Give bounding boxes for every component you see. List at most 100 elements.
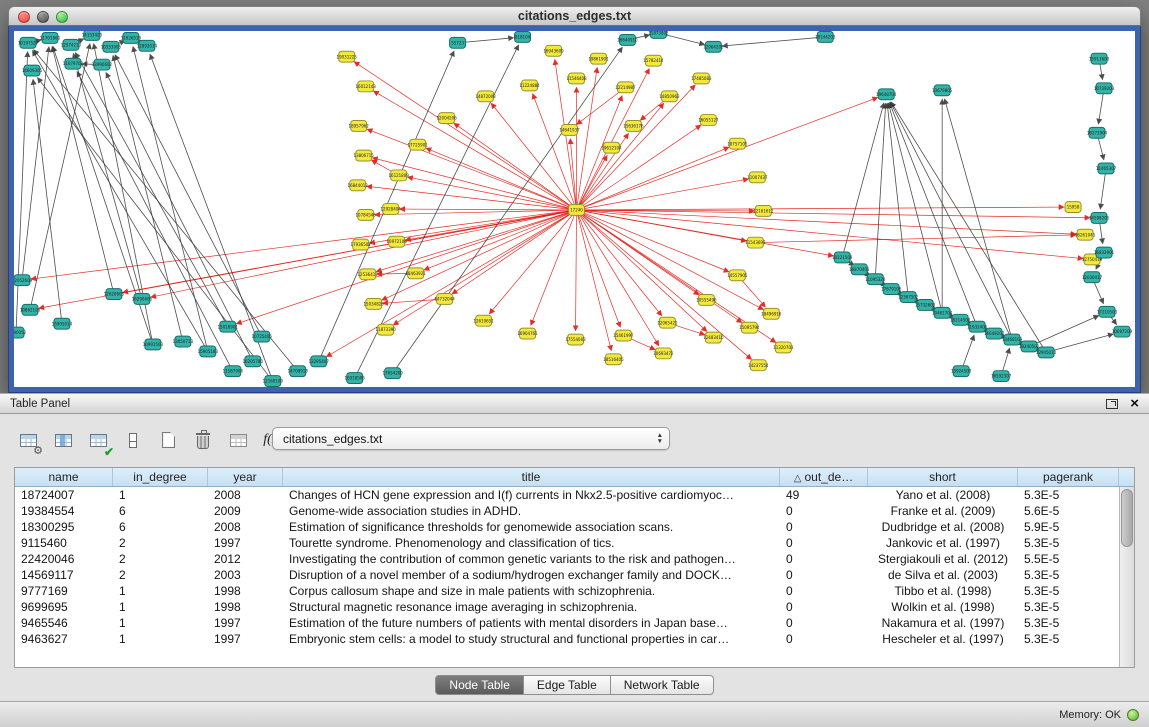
graph-node[interactable]: 14850963 bbox=[659, 91, 680, 102]
graph-node[interactable]: 16592307 bbox=[991, 371, 1012, 382]
table-row[interactable]: 2242004622012Investigating the contribut… bbox=[15, 551, 1119, 567]
memory-status-icon[interactable] bbox=[1127, 709, 1139, 721]
graph-edge[interactable] bbox=[576, 210, 577, 331]
graph-node[interactable]: 17210503 bbox=[1097, 306, 1118, 317]
table-row[interactable]: 1872400712008Changes of HCN gene express… bbox=[15, 487, 1119, 503]
graph-node[interactable]: 15905183 bbox=[198, 346, 219, 357]
graph-edge[interactable] bbox=[722, 37, 825, 46]
graph-node[interactable]: 16055127 bbox=[698, 115, 719, 126]
graph-node[interactable]: 10991503 bbox=[143, 339, 164, 350]
graph-node[interactable]: 11465307 bbox=[1096, 163, 1117, 174]
graph-node[interactable]: 11701860 bbox=[40, 32, 61, 43]
graph-node[interactable]: 10725406 bbox=[252, 331, 273, 342]
graph-edge[interactable] bbox=[123, 210, 577, 292]
close-panel-icon[interactable]: × bbox=[1130, 397, 1139, 411]
graph-edge[interactable] bbox=[1100, 168, 1106, 209]
graph-node[interactable]: 16904761 bbox=[517, 328, 538, 339]
graph-node[interactable]: 11224884 bbox=[519, 80, 540, 91]
column-header-title[interactable]: title bbox=[283, 468, 780, 486]
graph-edge[interactable] bbox=[454, 123, 577, 210]
graph-edge[interactable] bbox=[37, 78, 272, 381]
graph-node[interactable]: 10862108 bbox=[20, 304, 41, 315]
table-row[interactable]: 946362711997Embryonic stem cells: a mode… bbox=[15, 631, 1119, 647]
graph-node[interactable]: 18957962 bbox=[349, 120, 370, 131]
table-mode-button[interactable]: ⚙ bbox=[16, 427, 40, 453]
graph-node[interactable]: 15461997 bbox=[613, 330, 634, 341]
graph-node[interactable]: 16012143 bbox=[356, 81, 377, 92]
graph-node[interactable]: 14872008 bbox=[475, 91, 496, 102]
graph-edge[interactable] bbox=[236, 210, 576, 324]
graph-node[interactable]: 13679805 bbox=[932, 85, 953, 96]
graph-edge[interactable] bbox=[426, 148, 577, 210]
graph-node[interactable]: 16832901 bbox=[1094, 247, 1115, 258]
graph-node[interactable]: 15958 bbox=[1065, 202, 1081, 213]
graph-edge[interactable] bbox=[890, 102, 1012, 339]
graph-node[interactable]: 18144203 bbox=[815, 31, 836, 42]
float-panel-icon[interactable] bbox=[1106, 399, 1118, 409]
graph-node[interactable]: 10687209 bbox=[1112, 326, 1133, 337]
graph-node[interactable]: 11926518 bbox=[121, 32, 142, 43]
graph-node[interactable]: 10553005 bbox=[101, 41, 122, 52]
graph-node[interactable]: 14557905 bbox=[727, 270, 748, 281]
graph-node[interactable]: 11679702 bbox=[63, 58, 84, 69]
new-column-button[interactable] bbox=[156, 427, 180, 453]
graph-edge[interactable] bbox=[77, 72, 233, 372]
table-row[interactable]: 969969511998Structural magnetic resonanc… bbox=[15, 599, 1119, 615]
graph-edge[interactable] bbox=[576, 207, 1064, 210]
graph-node[interactable]: 14598205 bbox=[1089, 212, 1110, 223]
graph-edge[interactable] bbox=[75, 53, 228, 327]
graph-edge[interactable] bbox=[354, 62, 576, 210]
graph-edge[interactable] bbox=[372, 158, 576, 210]
graph-node[interactable]: 17485083 bbox=[691, 73, 712, 84]
table-row[interactable]: 977716911998Corpus callosum shape and si… bbox=[15, 583, 1119, 599]
graph-node[interactable]: 14153420 bbox=[82, 31, 103, 40]
graph-node[interactable]: 10197527 bbox=[18, 37, 39, 48]
row-options-button[interactable] bbox=[121, 427, 145, 453]
graph-node[interactable]: 18463921 bbox=[405, 268, 426, 279]
delete-table-button[interactable] bbox=[226, 427, 250, 453]
graph-edge[interactable] bbox=[576, 210, 751, 359]
vertical-scrollbar[interactable] bbox=[1119, 487, 1134, 667]
table-selector-dropdown[interactable]: citations_edges.txt ▲▼ bbox=[272, 427, 670, 450]
graph-node[interactable]: 12052609 bbox=[14, 275, 33, 286]
graph-node[interactable]: 14709918 bbox=[288, 366, 309, 377]
graph-node[interactable]: 11873802 bbox=[648, 31, 669, 38]
graph-node[interactable]: 16318506 bbox=[345, 373, 366, 384]
graph-node[interactable]: 16290406 bbox=[132, 294, 153, 305]
graph-node[interactable]: 16640910 bbox=[617, 34, 638, 45]
graph-node[interactable]: 10784546 bbox=[356, 209, 377, 220]
graph-edge[interactable] bbox=[151, 210, 577, 297]
graph-node[interactable]: 15913608 bbox=[1089, 53, 1110, 64]
graph-node[interactable]: 12214987 bbox=[615, 82, 636, 93]
table-row[interactable]: 1938455462009Genome-wide association stu… bbox=[15, 503, 1119, 519]
close-window-button[interactable] bbox=[18, 11, 30, 23]
graph-edge[interactable] bbox=[576, 85, 695, 210]
graph-edge[interactable] bbox=[891, 102, 1046, 353]
graph-node[interactable]: 11543697 bbox=[745, 237, 766, 248]
graph-edge[interactable] bbox=[34, 50, 298, 371]
graph-node[interactable]: 14609305 bbox=[22, 65, 43, 76]
graph-node[interactable]: 16121809 bbox=[389, 170, 410, 181]
graph-edge[interactable] bbox=[531, 210, 577, 325]
graph-node[interactable]: 19031225 bbox=[337, 51, 358, 62]
graph-node[interactable]: 16844012 bbox=[348, 180, 369, 191]
graph-node[interactable]: 12574210 bbox=[61, 39, 82, 50]
graph-node[interactable]: 12483410 bbox=[703, 332, 724, 343]
graph-node[interactable]: 12065421 bbox=[657, 317, 678, 328]
graph-node[interactable]: 15636176 bbox=[623, 120, 644, 131]
table-row[interactable]: 1830029562008Estimation of significance … bbox=[15, 519, 1119, 535]
graph-edge[interactable] bbox=[945, 99, 1013, 340]
graph-node[interactable]: 15782414 bbox=[643, 55, 664, 66]
graph-node[interactable]: 19861901 bbox=[588, 53, 609, 64]
graph-node[interactable]: 16870403 bbox=[849, 264, 870, 275]
graph-edge[interactable] bbox=[32, 51, 207, 352]
graph-node[interactable]: 17725901 bbox=[407, 139, 428, 150]
graph-node[interactable]: 12964205 bbox=[703, 41, 724, 52]
graph-node[interactable]: 15018901 bbox=[218, 321, 239, 332]
graph-node[interactable]: 19648704 bbox=[876, 89, 897, 100]
graph-edge[interactable] bbox=[576, 210, 658, 346]
tab-edge-table[interactable]: Edge Table bbox=[524, 675, 611, 695]
graph-node[interactable]: 10221509 bbox=[832, 252, 853, 263]
graph-edge[interactable] bbox=[576, 210, 620, 327]
graph-node[interactable]: 12161612 bbox=[753, 206, 774, 217]
